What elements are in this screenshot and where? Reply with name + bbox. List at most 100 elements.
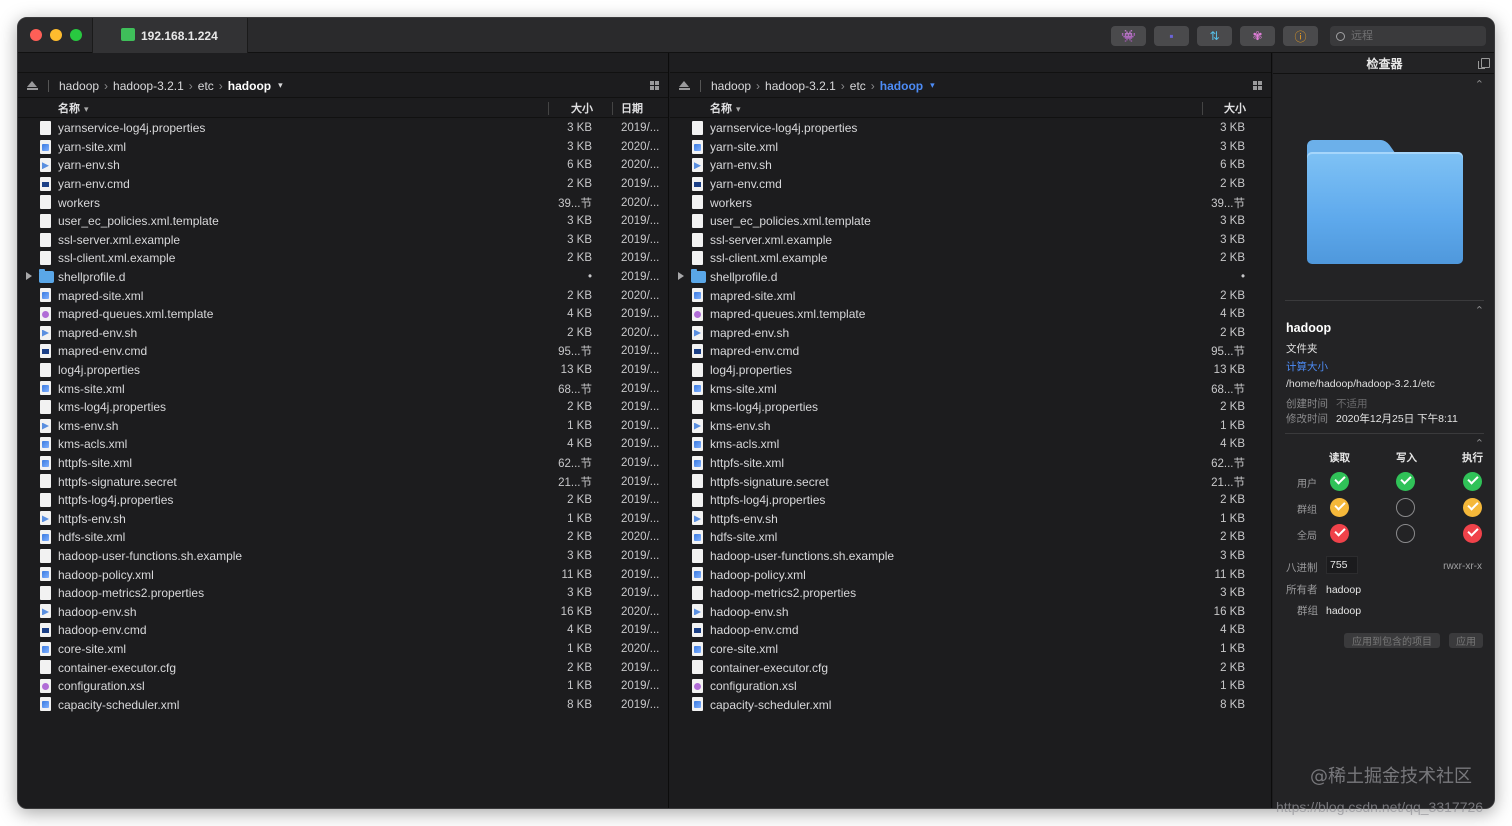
file-row[interactable]: container-executor.cfg 2 KB 2019/... bbox=[18, 658, 668, 677]
owner-value[interactable]: hadoop bbox=[1326, 584, 1361, 596]
breadcrumb-current[interactable]: hadoop bbox=[880, 79, 923, 93]
file-row[interactable]: ssl-server.xml.example 3 KB bbox=[670, 231, 1271, 250]
file-row[interactable]: hadoop-metrics2.properties 3 KB bbox=[670, 584, 1271, 603]
column-date[interactable]: 日期 bbox=[621, 100, 643, 116]
breadcrumb-item[interactable]: etc bbox=[198, 79, 214, 93]
terminal-button[interactable]: ▪ bbox=[1154, 26, 1189, 46]
breadcrumb-item[interactable]: hadoop bbox=[711, 79, 751, 93]
file-row[interactable]: user_ec_policies.xml.template 3 KB 2019/..… bbox=[18, 212, 668, 231]
sync-button[interactable]: ✾ bbox=[1240, 26, 1275, 46]
permission-off-checkbox[interactable] bbox=[1396, 524, 1415, 543]
file-row[interactable]: hadoop-policy.xml 11 KB 2019/... bbox=[18, 565, 668, 584]
file-row[interactable]: log4j.properties 13 KB 2019/... bbox=[18, 361, 668, 380]
file-row[interactable]: httpfs-site.xml 62...节 bbox=[670, 454, 1271, 473]
file-row[interactable]: hadoop-policy.xml 11 KB bbox=[670, 565, 1271, 584]
file-row[interactable]: shellprofile.d • 2019/... bbox=[18, 268, 668, 287]
breadcrumb-item[interactable]: hadoop bbox=[59, 79, 99, 93]
file-row[interactable]: log4j.properties 13 KB bbox=[670, 361, 1271, 380]
file-row[interactable]: yarnservice-log4j.properties 3 KB 2019/... bbox=[18, 119, 668, 138]
chevron-up-icon[interactable]: ⌃ bbox=[1475, 304, 1484, 317]
calculate-size-link[interactable]: 计算大小 bbox=[1286, 359, 1328, 374]
file-row[interactable]: httpfs-signature.secret 21...节 2019/... bbox=[18, 472, 668, 491]
file-row[interactable]: ssl-client.xml.example 2 KB bbox=[670, 249, 1271, 268]
search-input[interactable] bbox=[1351, 30, 1471, 42]
disclosure-triangle-icon[interactable] bbox=[678, 271, 684, 280]
file-row[interactable]: kms-log4j.properties 2 KB 2019/... bbox=[18, 398, 668, 417]
file-row[interactable]: container-executor.cfg 2 KB bbox=[670, 658, 1271, 677]
octal-input[interactable] bbox=[1326, 556, 1358, 574]
file-row[interactable]: httpfs-log4j.properties 2 KB bbox=[670, 491, 1271, 510]
view-mode-icon[interactable] bbox=[650, 81, 659, 90]
file-row[interactable]: kms-site.xml 68...节 bbox=[670, 379, 1271, 398]
file-row[interactable]: kms-acls.xml 4 KB 2019/... bbox=[18, 435, 668, 454]
breadcrumb-item[interactable]: hadoop-3.2.1 bbox=[113, 79, 184, 93]
chevron-down-icon[interactable]: ▾ bbox=[278, 80, 283, 91]
file-row[interactable]: core-site.xml 1 KB 2020/... bbox=[18, 640, 668, 659]
file-row[interactable]: mapred-queues.xml.template 4 KB bbox=[670, 305, 1271, 324]
file-row[interactable]: mapred-queues.xml.template 4 KB 2019/... bbox=[18, 305, 668, 324]
file-row[interactable]: kms-site.xml 68...节 2019/... bbox=[18, 379, 668, 398]
column-name[interactable]: 名称 ▾ bbox=[710, 100, 741, 116]
file-row[interactable]: mapred-env.sh 2 KB bbox=[670, 324, 1271, 343]
file-row[interactable]: hadoop-env.cmd 4 KB bbox=[670, 621, 1271, 640]
file-row[interactable]: mapred-env.cmd 95...节 bbox=[670, 342, 1271, 361]
file-row[interactable]: mapred-site.xml 2 KB 2020/... bbox=[18, 286, 668, 305]
apply-button[interactable]: 应用 bbox=[1449, 633, 1483, 648]
info-button[interactable]: ⓘ bbox=[1283, 26, 1318, 46]
file-row[interactable]: mapred-site.xml 2 KB bbox=[670, 286, 1271, 305]
permission-check-icon[interactable] bbox=[1330, 498, 1349, 517]
permission-off-checkbox[interactable] bbox=[1396, 498, 1415, 517]
file-row[interactable]: hadoop-user-functions.sh.example 3 KB 2019… bbox=[18, 547, 668, 566]
file-row[interactable]: workers 39...节 bbox=[670, 193, 1271, 212]
file-row[interactable]: kms-env.sh 1 KB 2019/... bbox=[18, 417, 668, 436]
file-row[interactable]: yarn-site.xml 3 KB 2020/... bbox=[18, 138, 668, 157]
disclosure-triangle-icon[interactable] bbox=[26, 271, 32, 280]
close-window-button[interactable] bbox=[30, 29, 42, 41]
file-row[interactable]: configuration.xsl 1 KB bbox=[670, 677, 1271, 696]
permission-check-icon[interactable] bbox=[1463, 472, 1482, 491]
file-row[interactable]: capacity-scheduler.xml 8 KB 2019/... bbox=[18, 695, 668, 714]
file-row[interactable]: yarn-env.cmd 2 KB 2019/... bbox=[18, 175, 668, 194]
file-row[interactable]: shellprofile.d • bbox=[670, 268, 1271, 287]
permission-check-icon[interactable] bbox=[1463, 498, 1482, 517]
breadcrumb-current[interactable]: hadoop bbox=[228, 79, 271, 93]
column-name[interactable]: 名称 ▾ bbox=[58, 100, 89, 116]
search-field[interactable] bbox=[1330, 26, 1486, 46]
file-row[interactable]: hdfs-site.xml 2 KB bbox=[670, 528, 1271, 547]
file-row[interactable]: kms-log4j.properties 2 KB bbox=[670, 398, 1271, 417]
ghost-button[interactable]: 👾 bbox=[1111, 26, 1146, 46]
file-row[interactable]: hadoop-user-functions.sh.example 3 KB bbox=[670, 547, 1271, 566]
file-row[interactable]: capacity-scheduler.xml 8 KB bbox=[670, 695, 1271, 714]
column-size[interactable]: 大小 bbox=[1224, 100, 1246, 116]
file-row[interactable]: hadoop-metrics2.properties 3 KB 2019/... bbox=[18, 584, 668, 603]
file-row[interactable]: kms-env.sh 1 KB bbox=[670, 417, 1271, 436]
chevron-up-icon[interactable]: ⌃ bbox=[1475, 437, 1484, 450]
file-row[interactable]: httpfs-signature.secret 21...节 bbox=[670, 472, 1271, 491]
breadcrumb-item[interactable]: hadoop-3.2.1 bbox=[765, 79, 836, 93]
chevron-up-icon[interactable]: ⌃ bbox=[1475, 78, 1484, 91]
breadcrumb-item[interactable]: etc bbox=[850, 79, 866, 93]
file-row[interactable]: user_ec_policies.xml.template 3 KB bbox=[670, 212, 1271, 231]
file-row[interactable]: yarn-env.sh 6 KB 2020/... bbox=[18, 156, 668, 175]
group-value[interactable]: hadoop bbox=[1326, 605, 1361, 617]
file-row[interactable]: yarnservice-log4j.properties 3 KB bbox=[670, 119, 1271, 138]
minimize-window-button[interactable] bbox=[50, 29, 62, 41]
file-row[interactable]: hadoop-env.sh 16 KB bbox=[670, 602, 1271, 621]
chevron-down-icon[interactable]: ▾ bbox=[930, 80, 935, 91]
file-row[interactable]: yarn-env.sh 6 KB bbox=[670, 156, 1271, 175]
file-row[interactable]: hdfs-site.xml 2 KB 2020/... bbox=[18, 528, 668, 547]
permission-check-icon[interactable] bbox=[1396, 472, 1415, 491]
eject-icon[interactable] bbox=[27, 81, 38, 90]
permission-check-icon[interactable] bbox=[1330, 524, 1349, 543]
column-size[interactable]: 大小 bbox=[571, 100, 593, 116]
file-row[interactable]: hadoop-env.cmd 4 KB 2019/... bbox=[18, 621, 668, 640]
file-row[interactable]: kms-acls.xml 4 KB bbox=[670, 435, 1271, 454]
apply-to-included-button[interactable]: 应用到包含的项目 bbox=[1344, 633, 1440, 648]
file-row[interactable]: ssl-server.xml.example 3 KB 2019/... bbox=[18, 231, 668, 250]
file-row[interactable]: yarn-site.xml 3 KB bbox=[670, 138, 1271, 157]
eject-icon[interactable] bbox=[679, 81, 690, 90]
file-row[interactable]: httpfs-site.xml 62...节 2019/... bbox=[18, 454, 668, 473]
file-row[interactable]: configuration.xsl 1 KB 2019/... bbox=[18, 677, 668, 696]
transfer-button[interactable]: ⇅ bbox=[1197, 26, 1232, 46]
file-row[interactable]: mapred-env.sh 2 KB 2020/... bbox=[18, 324, 668, 343]
